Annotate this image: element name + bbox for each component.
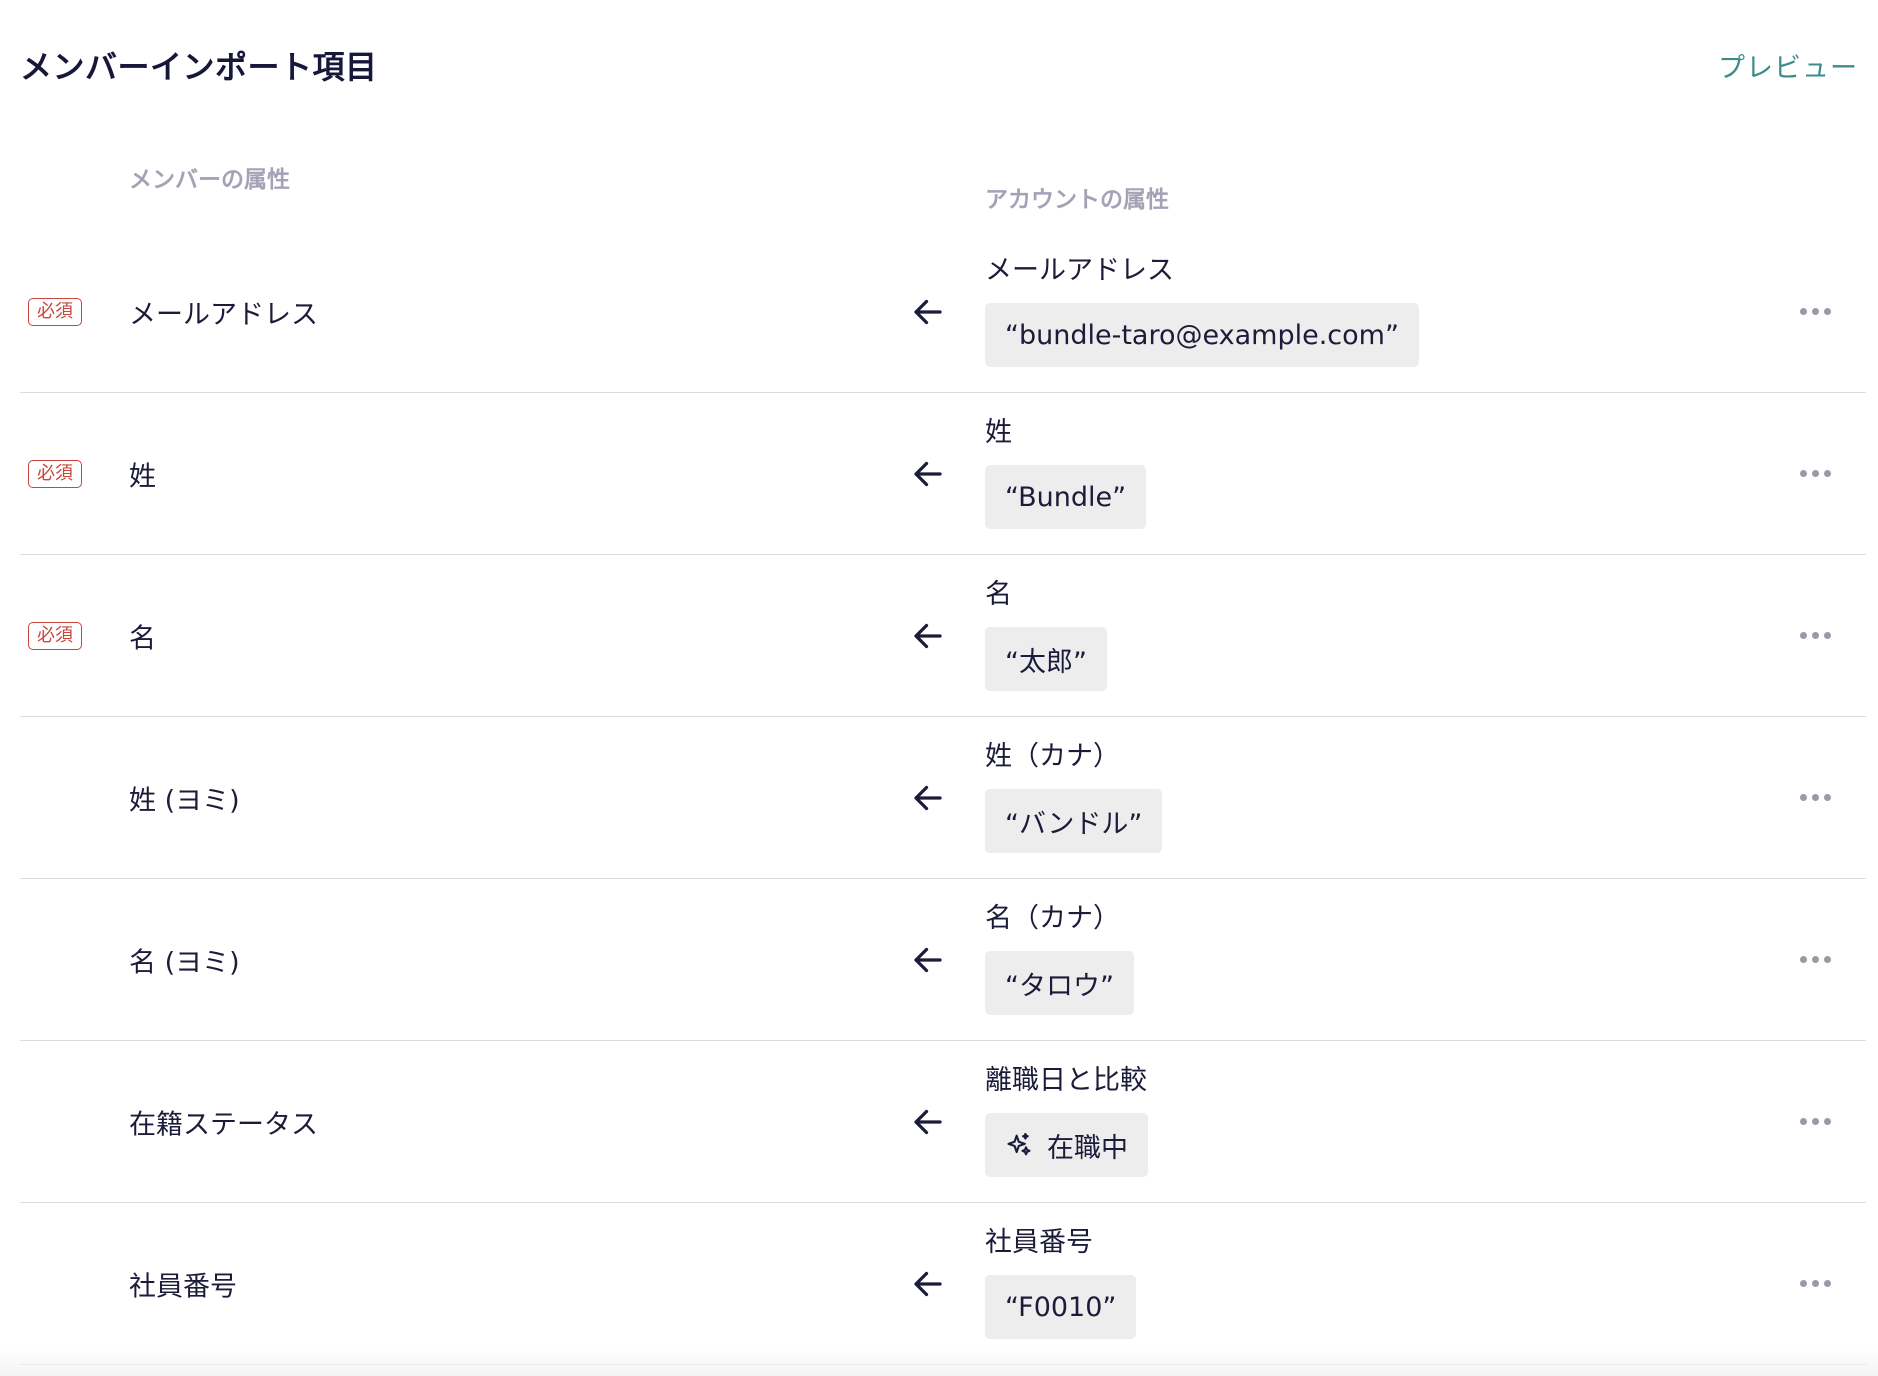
dot xyxy=(1811,308,1819,315)
required-badge: 必須 xyxy=(28,621,82,650)
dot xyxy=(1823,956,1831,963)
member-attribute-label: 在籍ステータス xyxy=(129,1109,318,1140)
mapping-row-2: 必須 姓 姓 “Bundle” xyxy=(20,393,1866,555)
more-options-button[interactable] xyxy=(1790,1104,1840,1140)
dot xyxy=(1799,470,1807,477)
sample-value-text: “タロウ” xyxy=(1005,970,1114,1002)
more-options-button[interactable] xyxy=(1790,618,1840,654)
member-attribute-label: 名 (ヨミ) xyxy=(129,947,240,978)
dot xyxy=(1799,308,1807,315)
dot xyxy=(1799,794,1807,801)
account-attribute: 名 “太郎” xyxy=(985,575,1107,691)
sample-value-text: “バンドル” xyxy=(1005,808,1143,840)
dot xyxy=(1799,1280,1807,1287)
account-attribute: 離職日と比較 在職中 xyxy=(985,1061,1148,1177)
member-import-page: メンバーインポート項目 プレビュー メンバーの属性 アカウントの属性 必須 メー… xyxy=(0,0,1878,1376)
sample-value-chip: 在職中 xyxy=(985,1113,1148,1177)
account-attribute-label[interactable]: 名（カナ） xyxy=(985,899,1134,939)
arrow-left-icon[interactable] xyxy=(910,618,946,654)
sample-value-text: “bundle-taro@example.com” xyxy=(1005,319,1399,351)
member-attribute-label: 社員番号 xyxy=(129,1271,237,1302)
more-options-button[interactable] xyxy=(1790,456,1840,492)
sparkle-icon xyxy=(1007,1132,1031,1156)
mapping-row-3: 必須 名 名 “太郎” xyxy=(20,555,1866,717)
account-attribute: 姓 “Bundle” xyxy=(985,413,1147,529)
mapping-row-5: 名 (ヨミ) 名（カナ） “タロウ” xyxy=(20,879,1866,1041)
sample-value-chip: “F0010” xyxy=(985,1275,1137,1339)
arrow-left-icon[interactable] xyxy=(910,780,946,816)
account-attribute-label[interactable]: 離職日と比較 xyxy=(985,1061,1148,1101)
dot xyxy=(1811,794,1819,801)
page-header: メンバーインポート項目 プレビュー xyxy=(20,40,1858,90)
preview-link[interactable]: プレビュー xyxy=(1718,46,1858,85)
account-attribute-label[interactable]: メールアドレス xyxy=(985,251,1419,291)
required-badge: 必須 xyxy=(28,297,82,326)
dot xyxy=(1823,1118,1831,1125)
sample-value-chip: “太郎” xyxy=(985,627,1107,691)
sample-value-chip: “Bundle” xyxy=(985,465,1147,529)
sample-value-chip: “バンドル” xyxy=(985,789,1163,853)
member-attribute-label: 名 xyxy=(129,623,156,654)
member-attribute-label: 姓 xyxy=(129,461,156,492)
bottom-fade xyxy=(0,1348,1878,1376)
page-title: メンバーインポート項目 xyxy=(20,48,378,86)
sample-value-chip: “bundle-taro@example.com” xyxy=(985,303,1419,367)
dot xyxy=(1823,470,1831,477)
member-attribute-label: 姓 (ヨミ) xyxy=(129,785,240,816)
mapping-list: 必須 メールアドレス メールアドレス “bundle-taro@example.… xyxy=(20,231,1866,1365)
column-headers: メンバーの属性 アカウントの属性 xyxy=(0,160,1878,213)
dot xyxy=(1811,1118,1819,1125)
dot xyxy=(1811,956,1819,963)
account-attribute: 名（カナ） “タロウ” xyxy=(985,899,1134,1015)
arrow-left-icon[interactable] xyxy=(910,1104,946,1140)
dot xyxy=(1823,632,1831,639)
account-attribute-label[interactable]: 名 xyxy=(985,575,1107,615)
mapping-row-4: 姓 (ヨミ) 姓（カナ） “バンドル” xyxy=(20,717,1866,879)
account-attribute: メールアドレス “bundle-taro@example.com” xyxy=(985,251,1419,367)
member-attribute-label: メールアドレス xyxy=(129,299,318,330)
account-attribute-label[interactable]: 社員番号 xyxy=(985,1223,1136,1263)
mapping-row-6: 在籍ステータス 離職日と比較 在職中 xyxy=(20,1041,1866,1203)
dot xyxy=(1799,1118,1807,1125)
account-attribute: 社員番号 “F0010” xyxy=(985,1223,1137,1339)
dot xyxy=(1811,632,1819,639)
dot xyxy=(1811,1280,1819,1287)
more-options-button[interactable] xyxy=(1790,942,1840,978)
dot xyxy=(1823,308,1831,315)
column-header-account: アカウントの属性 xyxy=(985,187,1169,213)
sample-value-chip: “タロウ” xyxy=(985,951,1134,1015)
dot xyxy=(1823,794,1831,801)
account-attribute: 姓（カナ） “バンドル” xyxy=(985,737,1163,853)
arrow-left-icon[interactable] xyxy=(910,1266,946,1302)
arrow-left-icon[interactable] xyxy=(910,456,946,492)
more-options-button[interactable] xyxy=(1790,294,1840,330)
account-attribute-label[interactable]: 姓 xyxy=(985,413,1146,453)
mapping-row-7: 社員番号 社員番号 “F0010” xyxy=(20,1203,1866,1365)
dot xyxy=(1799,632,1807,639)
required-badge: 必須 xyxy=(28,459,82,488)
more-options-button[interactable] xyxy=(1790,780,1840,816)
more-options-button[interactable] xyxy=(1790,1266,1840,1302)
arrow-left-icon[interactable] xyxy=(910,294,946,330)
mapping-row-1: 必須 メールアドレス メールアドレス “bundle-taro@example.… xyxy=(20,231,1866,393)
sample-value-text: 在職中 xyxy=(1047,1132,1128,1164)
dot xyxy=(1799,956,1807,963)
sample-value-text: “Bundle” xyxy=(1005,481,1127,513)
sample-value-text: “F0010” xyxy=(1005,1291,1117,1323)
account-attribute-label[interactable]: 姓（カナ） xyxy=(985,737,1162,777)
column-header-member: メンバーの属性 xyxy=(129,167,290,193)
sample-value-text: “太郎” xyxy=(1005,646,1087,678)
dot xyxy=(1811,470,1819,477)
arrow-left-icon[interactable] xyxy=(910,942,946,978)
dot xyxy=(1823,1280,1831,1287)
